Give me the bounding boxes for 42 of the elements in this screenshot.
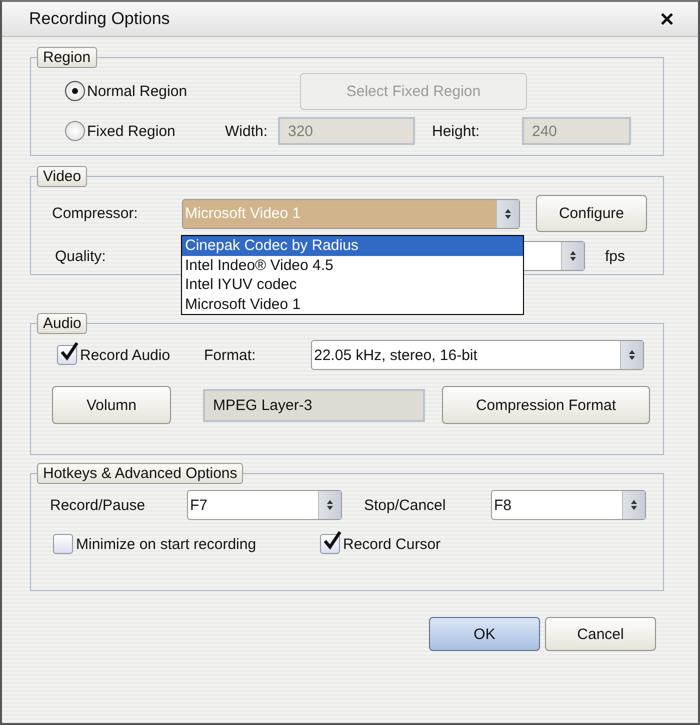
group-label: Region [37,47,97,68]
dropdown-option[interactable]: Intel Indeo® Video 4.5 [182,256,523,275]
dialog-button[interactable]: Cancel [545,617,656,651]
compression-format-button[interactable]: Compression Format [442,386,650,424]
group-label: Audio [37,313,88,334]
checkbox[interactable] [57,345,77,365]
radio-button[interactable] [65,121,85,141]
checkbox-label: Record Cursor [343,536,441,552]
stop-cancel-label: Stop/Cancel [364,496,447,514]
radio-label: Fixed Region [87,122,176,140]
dropdown-option[interactable]: Microsoft Video 1 [182,294,523,314]
checkbox[interactable] [320,534,340,554]
checkbox-label: Record Audio [80,346,172,364]
record-pause-label: Record/Pause [50,496,146,514]
radio-button[interactable] [65,81,85,101]
checkbox[interactable] [53,534,73,554]
spinner-icon[interactable] [318,491,341,519]
group-label: Hotkeys & Advanced Options [37,463,244,484]
window-title: Recording Options [29,9,170,29]
format-label: Format: [204,346,257,364]
spinner-icon[interactable] [496,200,519,228]
group-label: Video [37,166,88,187]
fps-label: fps [605,248,626,264]
radio-label: Normal Region [87,82,188,100]
quality-label: Quality: [55,248,107,264]
hotkey-dropdown[interactable]: F8 [491,490,646,520]
dialog-button[interactable]: OK [429,617,540,651]
dropdown-option[interactable]: Intel IYUV codec [182,275,523,294]
width-label: Width: [225,122,269,140]
dropdown-option[interactable]: Cinepak Codec by Radius [182,236,523,256]
configure-button[interactable]: Configure [536,195,647,232]
height-label: Height: [431,122,481,140]
codec-field: MPEG Layer-3 [203,388,425,422]
close-icon[interactable] [660,12,674,26]
spinner-icon[interactable] [622,491,645,519]
compressor-label: Compressor: [52,205,139,222]
checkbox-label: Minimize on start recording [76,536,256,552]
spinner-icon[interactable] [561,242,584,270]
spinner-icon[interactable] [620,341,643,369]
hotkey-dropdown[interactable]: F7 [187,490,342,520]
format-dropdown[interactable]: 22.05 kHz, stereo, 16-bit [311,340,644,370]
volume-button[interactable]: Volumn [52,386,171,424]
